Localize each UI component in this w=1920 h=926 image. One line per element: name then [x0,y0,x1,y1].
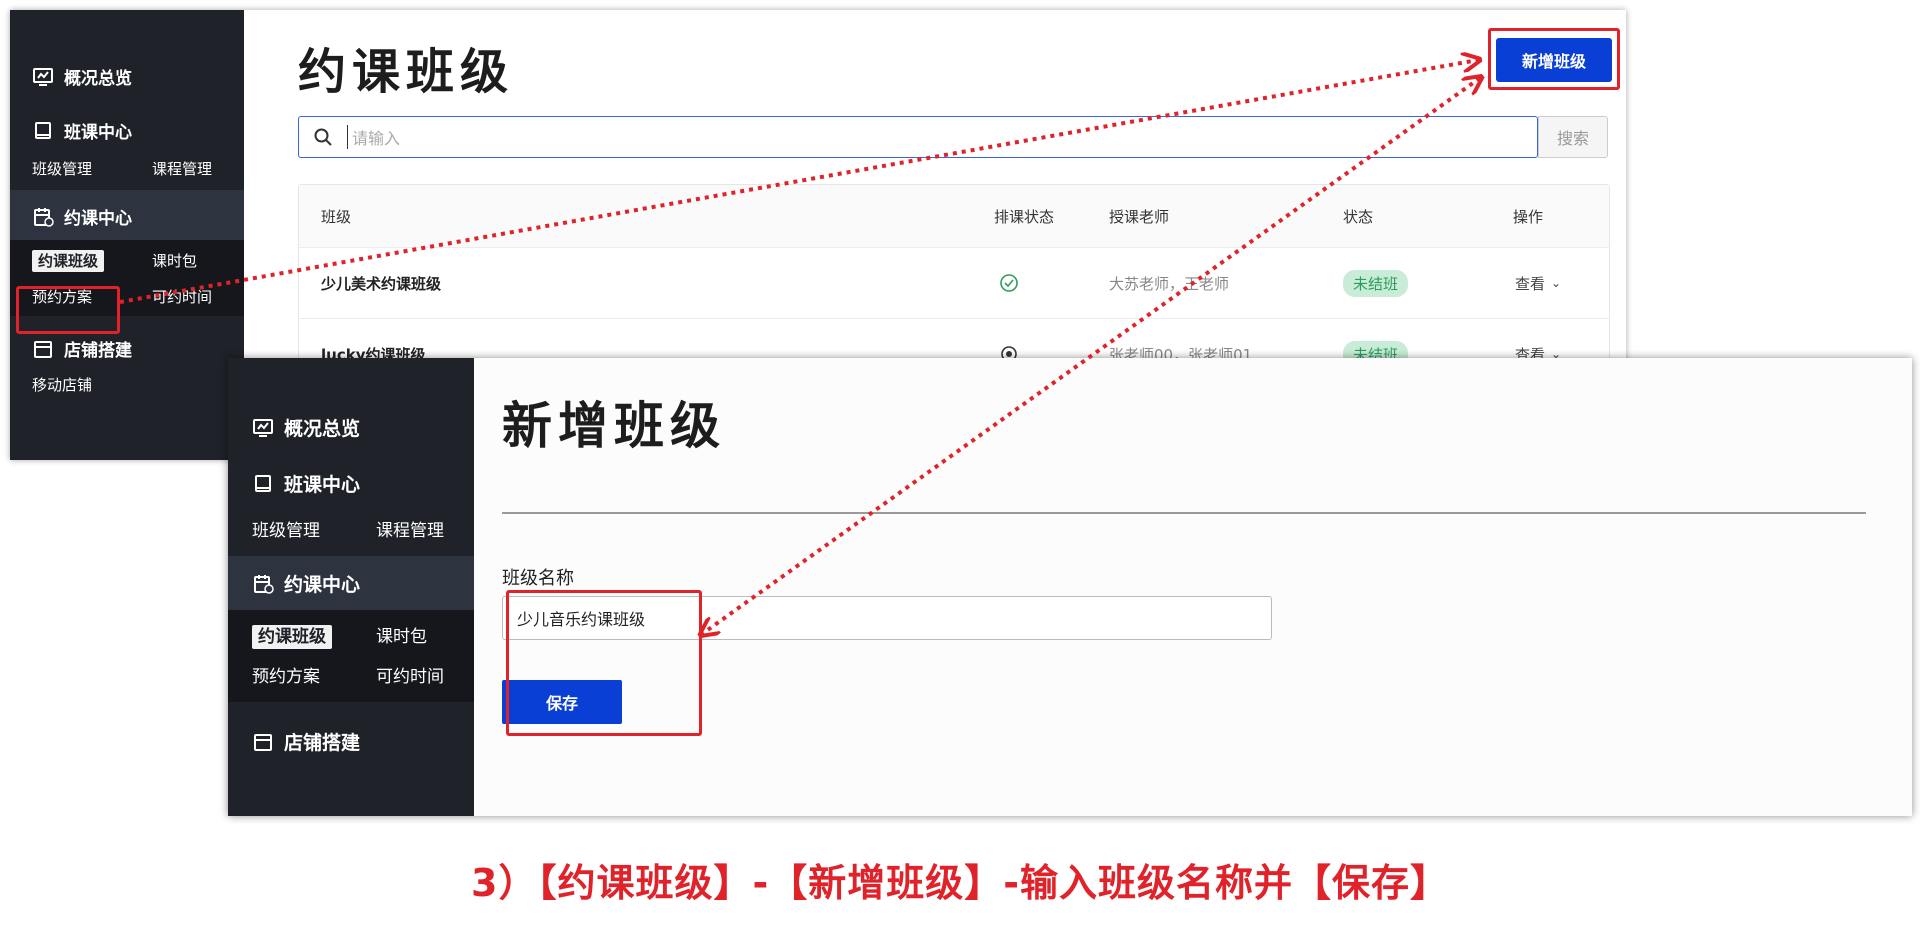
nav-hour-pack[interactable]: 课时包 [376,622,427,647]
nav-class-center[interactable]: 班课中心 [32,118,132,143]
search-icon [314,128,332,146]
dashboard-icon [32,66,54,88]
nav-booking-center-label: 约课中心 [64,209,132,229]
store-icon [252,731,274,753]
nav-booking-plan[interactable]: 预约方案 [252,662,320,687]
nav-mobile-store-label: 移动店铺 [32,376,93,394]
nav-available-time-label: 可约时间 [376,667,444,687]
nav-booking-plan-label: 预约方案 [252,667,320,687]
nav-booking-center-label: 约课中心 [284,574,361,596]
nav-hour-pack[interactable]: 课时包 [152,250,197,271]
nav-mobile-store[interactable]: 移动店铺 [32,374,92,395]
search-placeholder: 请输入 [347,125,400,149]
search-button[interactable]: 搜索 [1538,116,1608,158]
highlight-frame-form [506,590,702,736]
nav-class-manage-label: 班级管理 [32,160,93,178]
nav-store-build[interactable]: 店铺搭建 [32,336,132,361]
class-name: 少儿美术约课班级 [321,274,442,293]
teacher-names: 大苏老师，王老师 [1109,274,1230,293]
nav-booking-class[interactable]: 约课班级 [32,250,105,272]
check-circle-icon [999,248,1019,318]
add-class-button[interactable]: 新增班级 [1496,38,1612,82]
search-input[interactable]: 请输入 [298,116,1538,158]
step-caption: 3）【约课班级】-【新增班级】-输入班级名称并【保存】 [471,861,1449,905]
table-header: 班级 排课状态 授课老师 状态 操作 [299,185,1609,248]
book-icon [252,473,274,495]
nav-class-center-label: 班课中心 [284,474,361,496]
page-title: 约课班级 [298,44,515,100]
sidebar: 概况总览 班课中心 班级管理 课程管理 约课中心 约课班级 课时包 预约方案 可… [228,358,474,816]
calendar-icon [252,573,274,595]
chevron-down-icon: ⌄ [1551,276,1562,290]
nav-class-manage[interactable]: 班级管理 [32,158,92,179]
nav-overview-label: 概况总览 [284,418,361,440]
nav-overview[interactable]: 概况总览 [252,414,360,441]
page-title: 新增班级 [502,397,726,455]
nav-store-build-label: 店铺搭建 [64,341,132,361]
view-label: 查看 [1515,274,1546,293]
nav-available-time-label: 可约时间 [152,288,213,306]
nav-class-manage[interactable]: 班级管理 [252,516,320,541]
nav-overview-label: 概况总览 [64,69,132,89]
nav-course-manage-label: 课程管理 [376,521,444,541]
nav-booking-class[interactable]: 约课班级 [252,622,332,649]
nav-hour-pack-label: 课时包 [152,252,198,270]
book-icon [32,120,54,142]
divider [502,512,1866,514]
nav-booking-class-label: 约课班级 [32,250,105,272]
nav-store-build[interactable]: 店铺搭建 [252,728,360,755]
col-actions: 操作 [1513,207,1544,226]
nav-course-manage[interactable]: 课程管理 [152,158,212,179]
nav-booking-center[interactable]: 约课中心 [32,204,132,229]
nav-store-build-label: 店铺搭建 [284,732,361,754]
col-status: 状态 [1343,207,1374,226]
view-dropdown[interactable]: 查看 ⌄ [1515,248,1561,318]
screenshot-new-class-form: 概况总览 班课中心 班级管理 课程管理 约课中心 约课班级 课时包 预约方案 可… [228,358,1912,816]
col-class: 班级 [321,207,352,226]
status-badge-wrap: 未结班 [1343,248,1409,318]
nav-available-time[interactable]: 可约时间 [376,662,444,687]
nav-booking-class-label: 约课班级 [252,625,332,649]
calendar-icon [32,206,54,228]
col-teacher: 授课老师 [1109,207,1170,226]
highlight-frame-booking-class [16,286,120,334]
dashboard-icon [252,417,274,439]
sidebar: 概况总览 班课中心 班级管理 课程管理 约课中心 约课班级 课时包 预约方案 可… [10,10,244,460]
nav-hour-pack-label: 课时包 [376,627,427,647]
nav-course-manage-label: 课程管理 [152,160,213,178]
store-icon [32,338,54,360]
class-name-label: 班级名称 [502,568,574,589]
table-row: 少儿美术约课班级 大苏老师，王老师 未结班 查看 ⌄ [299,248,1609,319]
nav-available-time[interactable]: 可约时间 [152,286,212,307]
nav-class-manage-label: 班级管理 [252,521,320,541]
nav-booking-center[interactable]: 约课中心 [252,570,360,597]
nav-class-center[interactable]: 班课中心 [252,470,360,497]
nav-overview[interactable]: 概况总览 [32,64,132,89]
status-badge: 未结班 [1343,269,1409,297]
nav-course-manage[interactable]: 课程管理 [376,516,444,541]
nav-class-center-label: 班课中心 [64,123,132,143]
col-schedule-status: 排课状态 [994,207,1055,226]
